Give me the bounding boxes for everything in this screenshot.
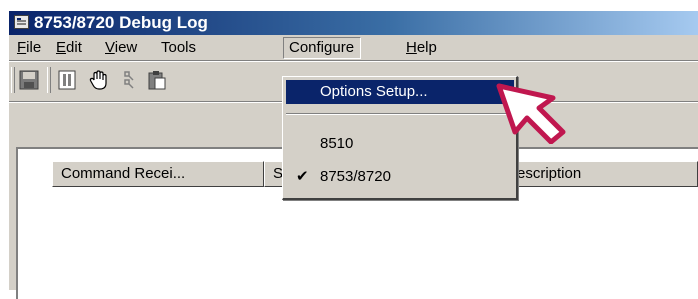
hand-icon[interactable] [87, 68, 111, 92]
app-icon[interactable] [14, 15, 29, 29]
menu-file[interactable]: File [17, 40, 41, 56]
menu-option-options-setup[interactable]: Options Setup... [286, 80, 514, 104]
save-icon[interactable] [17, 68, 41, 92]
options-setup-label: Options Setup... [320, 83, 428, 100]
menu-view-rest: iew [114, 39, 138, 56]
menu-tools[interactable]: Tools [161, 40, 196, 56]
filter-icon[interactable] [117, 68, 141, 92]
menu-option-8753-8720[interactable]: ✔ 8753/8720 [286, 165, 514, 189]
menu-edit[interactable]: Edit [56, 40, 82, 56]
configure-dropdown: Options Setup... 8510 ✔ 8753/8720 [282, 76, 518, 200]
menu-option-8510[interactable]: 8510 [286, 132, 514, 156]
menu-view-accel: V [105, 39, 115, 56]
toolbar-divider [47, 67, 51, 93]
pointer-cursor-icon [493, 80, 569, 149]
menu-view[interactable]: View [105, 40, 137, 56]
clipboard-icon[interactable] [145, 68, 169, 92]
menu-configure[interactable]: Configure [283, 37, 362, 59]
window-title: 8753/8720 Debug Log [34, 13, 208, 32]
option-8753-8720-label: 8753/8720 [320, 168, 391, 185]
menu-edit-rest: dit [66, 39, 82, 56]
column-command-received[interactable]: Command Recei... [52, 161, 264, 187]
title-bar[interactable]: 8753/8720 Debug Log [9, 11, 698, 35]
toolbar-separator [9, 60, 698, 62]
toolbar-grip[interactable] [11, 67, 15, 93]
option-8510-label: 8510 [320, 135, 354, 152]
menu-help-accel: H [406, 39, 417, 56]
pause-icon[interactable] [55, 68, 79, 92]
menu-separator [286, 113, 514, 115]
menu-edit-accel: E [56, 39, 67, 56]
menu-file-accel: F [17, 39, 27, 56]
menu-file-rest: ile [26, 39, 42, 56]
menu-bar: File Edit View Tools Configure Help [9, 37, 698, 59]
menu-help[interactable]: Help [406, 40, 437, 56]
menu-help-rest: elp [416, 39, 437, 56]
checkmark-icon: ✔ [296, 168, 309, 185]
